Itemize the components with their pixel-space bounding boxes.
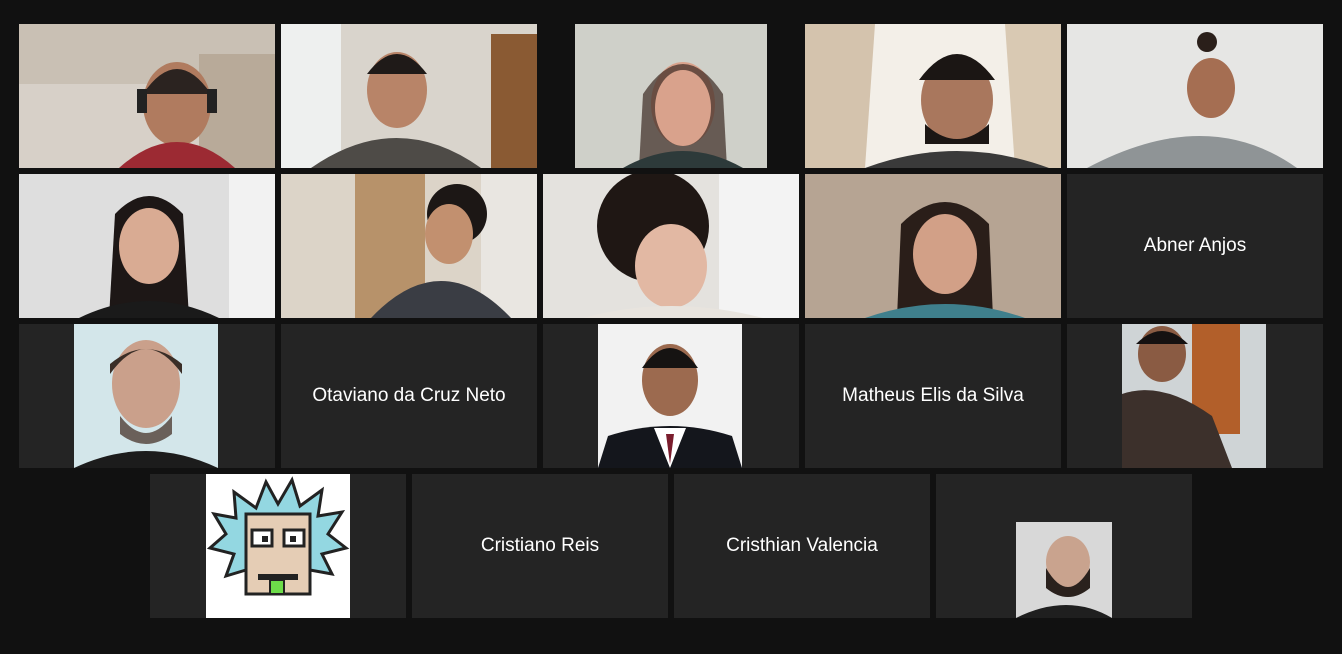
profile-photo <box>598 324 742 468</box>
participant-video <box>19 174 275 318</box>
participant-photo-tile[interactable] <box>936 474 1192 618</box>
participant-video-tile[interactable] <box>543 24 799 168</box>
participant-photo-tile[interactable] <box>150 474 406 618</box>
participant-name-tile[interactable]: Cristiano Reis <box>412 474 668 618</box>
profile-photo <box>74 324 218 468</box>
participant-video <box>281 24 537 168</box>
participant-video-tile[interactable] <box>19 174 275 318</box>
participant-video-tile[interactable] <box>1067 24 1323 168</box>
participant-video <box>543 24 799 168</box>
profile-photo <box>1016 522 1112 618</box>
profile-photo <box>1122 324 1266 468</box>
participant-name-tile[interactable]: Otaviano da Cruz Neto <box>281 324 537 468</box>
participant-video-tile[interactable] <box>281 24 537 168</box>
active-speaker-video-tile[interactable] <box>805 174 1061 318</box>
participant-name: Otaviano da Cruz Neto <box>312 385 506 406</box>
participant-video <box>805 24 1061 168</box>
participant-photo-tile[interactable] <box>19 324 275 468</box>
cartoon-avatar-icon <box>206 474 350 618</box>
participant-name-tile[interactable]: Abner Anjos <box>1067 174 1323 318</box>
participant-video <box>19 24 275 168</box>
participant-video <box>281 174 537 318</box>
participant-video-tile[interactable] <box>805 24 1061 168</box>
participant-name: Cristiano Reis <box>480 535 600 556</box>
participant-name: Matheus Elis da Silva <box>842 385 1024 406</box>
participant-video-tile[interactable] <box>19 24 275 168</box>
participant-video-tile[interactable] <box>281 174 537 318</box>
participant-video-tile[interactable] <box>543 174 799 318</box>
participant-name: Abner Anjos <box>1143 235 1247 256</box>
participant-name: Cristhian Valencia <box>726 535 878 556</box>
participant-video <box>1067 24 1323 168</box>
participant-name-tile[interactable]: Cristhian Valencia <box>674 474 930 618</box>
participant-name-tile[interactable]: Matheus Elis da Silva <box>805 324 1061 468</box>
participant-photo-tile[interactable] <box>543 324 799 468</box>
participant-photo-tile[interactable] <box>1067 324 1323 468</box>
participant-video <box>805 174 1061 318</box>
participant-video <box>543 174 799 318</box>
